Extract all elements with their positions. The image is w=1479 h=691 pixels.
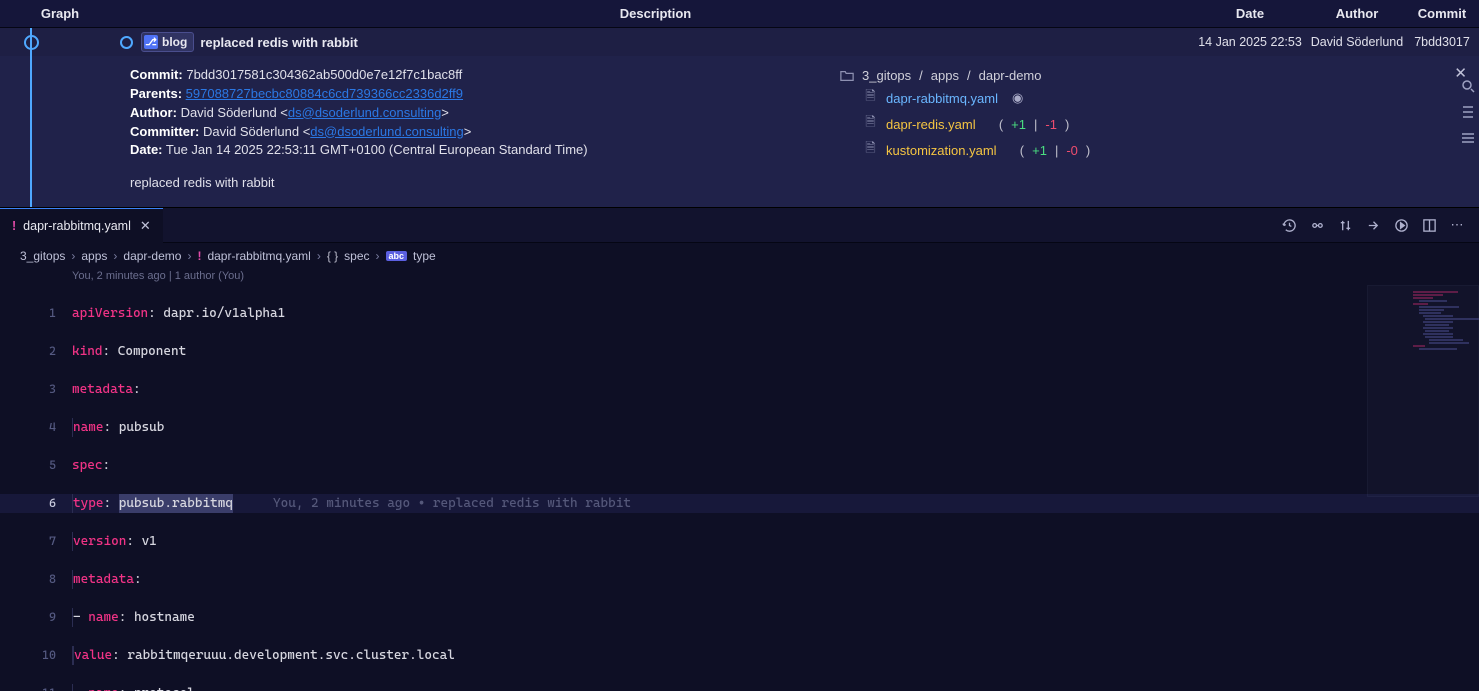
head-indicator-icon — [120, 36, 133, 49]
col-description[interactable]: Description — [120, 6, 1191, 21]
tree-file-3[interactable]: 🗎 kustomization.yaml ( +1 | -0 ) — [833, 137, 1473, 163]
file-icon: 🗎 — [863, 113, 878, 135]
commit-row[interactable]: ⎇ blog replaced redis with rabbit 14 Jan… — [0, 28, 1479, 56]
more-icon[interactable]: ⋯ — [1449, 217, 1465, 233]
detail-gutter — [1457, 72, 1479, 146]
lbl-parents: Parents: — [130, 86, 182, 101]
tab-close-icon[interactable]: ✕ — [140, 218, 151, 234]
field-icon: abc — [386, 251, 408, 261]
lbl-date: Date: — [130, 142, 163, 157]
tree-file-2[interactable]: 🗎 dapr-redis.yaml ( +1 | -1 ) — [833, 111, 1473, 137]
bc-e[interactable]: spec — [344, 249, 369, 263]
f3-del: -0 — [1066, 143, 1078, 158]
branch-source-icon: ⎇ — [144, 35, 158, 49]
branch-tag[interactable]: ⎇ blog — [141, 32, 194, 52]
commit-author: David Söderlund — [1309, 35, 1405, 49]
bc-d[interactable]: dapr-rabbitmq.yaml — [207, 249, 310, 263]
val-author-name: David Söderlund < — [181, 105, 288, 120]
tree-path-a: 3_gitops — [862, 68, 911, 83]
commit-detail-panel: Commit: 7bdd3017581c304362ab500d0e7e12f7… — [0, 56, 1479, 207]
goto-icon[interactable] — [1365, 217, 1381, 233]
val-date: Tue Jan 14 2025 22:53:11 GMT+0100 (Centr… — [166, 142, 588, 157]
breadcrumb[interactable]: 3_gitops› apps› dapr-demo› ! dapr-rabbit… — [0, 243, 1479, 269]
commit-date: 14 Jan 2025 22:53 — [1191, 35, 1309, 49]
file-icon: 🗎 — [863, 139, 878, 161]
file-icon: 🗎 — [863, 87, 878, 109]
branch-name: blog — [162, 35, 187, 49]
run-icon[interactable] — [1393, 217, 1409, 233]
yaml-file-icon: ! — [12, 219, 16, 233]
val-committer-name: David Söderlund < — [203, 124, 310, 139]
graph-header: Graph Description Date Author Commit — [0, 0, 1479, 28]
history-icon[interactable] — [1281, 217, 1297, 233]
f3-add: +1 — [1032, 143, 1047, 158]
tree-folder[interactable]: 3_gitops / apps / dapr-demo — [833, 66, 1473, 85]
editor-tab[interactable]: ! dapr-rabbitmq.yaml ✕ — [0, 208, 163, 243]
col-graph[interactable]: Graph — [0, 6, 120, 21]
commit-message: replaced redis with rabbit — [200, 35, 358, 50]
lbl-commit: Commit: — [130, 67, 183, 82]
bc-b[interactable]: apps — [81, 249, 107, 263]
diff-icon[interactable] — [1337, 217, 1353, 233]
col-commit[interactable]: Commit — [1405, 6, 1479, 21]
code-editor[interactable]: 1apiVersion: dapr.io/v1alpha1 2kind: Com… — [0, 285, 1479, 691]
split-icon[interactable] — [1421, 217, 1437, 233]
bc-f[interactable]: type — [413, 249, 436, 263]
val-commit: 7bdd3017581c304362ab500d0e7e12f7c1bac8ff — [186, 67, 462, 82]
eye-icon: ◉ — [1012, 90, 1023, 106]
yaml-file-icon: ! — [197, 249, 201, 263]
tree-path-b: apps — [931, 68, 959, 83]
val-committer-email[interactable]: ds@dsoderlund.consulting — [310, 124, 463, 139]
inline-blame: You, 2 minutes ago • replaced redis with… — [273, 494, 631, 513]
commit-body: replaced redis with rabbit — [130, 174, 807, 193]
compare-icon[interactable] — [1309, 217, 1325, 233]
tree-path-c: dapr-demo — [979, 68, 1042, 83]
lbl-committer: Committer: — [130, 124, 199, 139]
bc-c[interactable]: dapr-demo — [123, 249, 181, 263]
lbl-author: Author: — [130, 105, 177, 120]
tree-file-1-name: dapr-rabbitmq.yaml — [886, 91, 998, 106]
minimap[interactable] — [1369, 285, 1479, 691]
list-flat-icon[interactable] — [1460, 130, 1476, 146]
f2-del: -1 — [1045, 117, 1057, 132]
tree-file-2-name: dapr-redis.yaml — [886, 117, 976, 132]
search-icon[interactable] — [1460, 78, 1476, 94]
col-date[interactable]: Date — [1191, 6, 1309, 21]
tree-file-1[interactable]: 🗎 dapr-rabbitmq.yaml ◉ — [833, 85, 1473, 111]
f2-add: +1 — [1011, 117, 1026, 132]
blame-summary[interactable]: You, 2 minutes ago | 1 author (You) — [0, 269, 1479, 285]
tab-filename: dapr-rabbitmq.yaml — [23, 219, 131, 233]
commit-hash: 7bdd3017 — [1405, 35, 1479, 49]
tree-file-3-name: kustomization.yaml — [886, 143, 997, 158]
graph-line — [30, 28, 32, 207]
bc-a[interactable]: 3_gitops — [20, 249, 65, 263]
list-tree-icon[interactable] — [1460, 104, 1476, 120]
val-author-email[interactable]: ds@dsoderlund.consulting — [288, 105, 441, 120]
col-author[interactable]: Author — [1309, 6, 1405, 21]
val-parent[interactable]: 597088727becbc80884c6cd739366cc2336d2ff9 — [186, 86, 463, 101]
object-icon: { } — [327, 249, 338, 263]
folder-icon — [839, 69, 854, 83]
